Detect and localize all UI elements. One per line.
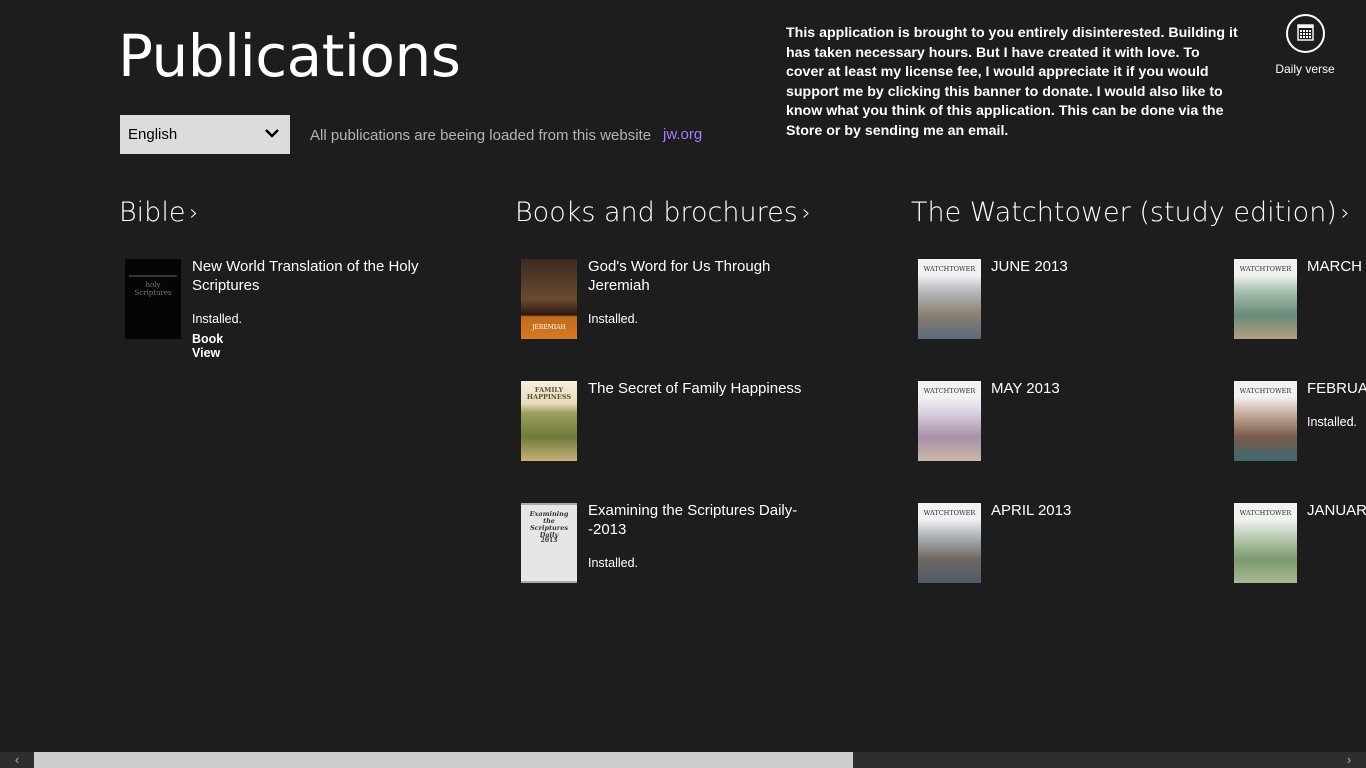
horizontal-scrollbar[interactable]: ‹ › <box>0 752 1366 768</box>
publication-title: JUNE 2013 <box>991 258 1068 275</box>
section-title: Books and brochures <box>515 197 798 228</box>
watchtower-cover-thumbnail: WATCHTOWER <box>1234 381 1297 461</box>
scroll-left-icon[interactable]: ‹ <box>0 752 34 768</box>
cover-text: Examining the Scriptures Daily <box>529 510 569 539</box>
family-happiness-cover-thumbnail: FAMILY HAPPINESS <box>521 381 577 461</box>
chevron-down-icon <box>265 129 279 138</box>
chevron-right-icon: › <box>801 201 811 226</box>
section-title: Bible <box>119 197 186 228</box>
publication-title: JANUARY <box>1307 502 1366 519</box>
status-text: Installed. <box>1307 415 1358 429</box>
section-header-bible[interactable]: Bible › <box>119 197 198 228</box>
publication-title: God's Word for Us Through Jeremiah <box>588 258 771 294</box>
load-source-text: All publications are beeing loaded from … <box>310 127 652 144</box>
chevron-right-icon: › <box>1340 201 1350 226</box>
calendar-icon <box>1296 24 1314 41</box>
watchtower-cover-thumbnail: WATCHTOWER <box>918 381 981 461</box>
scrollbar-thumb[interactable] <box>34 752 853 768</box>
cover-text: JEREMIAH <box>532 324 566 331</box>
examining-scriptures-cover-thumbnail: Examining the Scriptures Daily 2013 <box>521 503 577 583</box>
watchtower-cover-thumbnail: WATCHTOWER <box>1234 259 1297 339</box>
cover-text: WATCHTOWER <box>923 265 976 273</box>
chevron-right-icon: › <box>189 201 199 226</box>
daily-verse-circle <box>1285 14 1325 53</box>
bible-cover-thumbnail: holy Scriptures <box>125 259 181 339</box>
publication-title: Examining the Scriptures Daily--2013 <box>588 502 798 538</box>
status-text: Installed. <box>588 556 639 570</box>
section-header-watchtower[interactable]: The Watchtower (study edition) › <box>911 197 1350 228</box>
publication-title: APRIL 2013 <box>991 502 1072 519</box>
status-text: Installed. <box>588 312 639 326</box>
watchtower-cover-thumbnail: WATCHTOWER <box>1234 503 1297 583</box>
cover-year: 2013 <box>540 537 558 544</box>
section-title: The Watchtower (study edition) <box>911 197 1337 228</box>
publication-title: MAY 2013 <box>991 380 1060 397</box>
cover-text: holy Scriptures <box>134 281 172 297</box>
publication-title: New World Translation of the Holy Script… <box>192 258 419 294</box>
publication-title: MARCH 2 <box>1307 258 1366 275</box>
cover-text: WATCHTOWER <box>923 509 976 517</box>
cover-text: WATCHTOWER <box>1239 509 1292 517</box>
cover-text: WATCHTOWER <box>1239 265 1292 273</box>
jeremiah-cover-thumbnail: JEREMIAH <box>521 259 577 339</box>
section-header-books-and-brochures[interactable]: Books and brochures › <box>515 197 811 228</box>
scroll-right-icon[interactable]: › <box>1332 752 1366 768</box>
watchtower-cover-thumbnail: WATCHTOWER <box>918 503 981 583</box>
page-title: Publications <box>118 22 461 90</box>
status-text: Installed. <box>192 312 243 326</box>
jw-org-link[interactable]: jw.org <box>663 126 702 143</box>
language-select[interactable]: English <box>120 115 290 154</box>
cover-text: WATCHTOWER <box>1239 387 1292 395</box>
daily-verse-button[interactable]: Daily verse <box>1270 14 1340 76</box>
donate-banner[interactable]: This application is brought to you entir… <box>786 24 1238 141</box>
cover-text: FAMILY HAPPINESS <box>526 386 572 401</box>
watchtower-cover-thumbnail: WATCHTOWER <box>918 259 981 339</box>
book-view-link[interactable]: Book View <box>192 332 223 360</box>
language-select-value: English <box>128 126 178 143</box>
cover-text: WATCHTOWER <box>923 387 976 395</box>
publication-title: FEBRUAR <box>1307 380 1366 397</box>
publication-title: The Secret of Family Happiness <box>588 380 802 397</box>
daily-verse-label: Daily verse <box>1275 62 1335 76</box>
